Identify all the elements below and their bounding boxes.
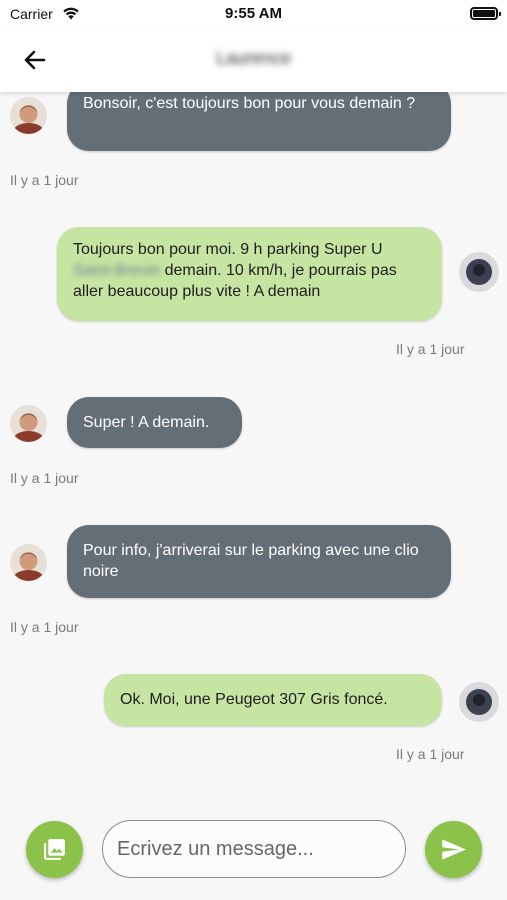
send-button[interactable] [425, 821, 482, 878]
battery-icon [470, 7, 501, 20]
clock: 9:55 AM [225, 5, 282, 22]
contact-avatar [10, 97, 47, 134]
contact-avatar [10, 544, 47, 581]
message-composer [0, 807, 507, 900]
message-timestamp: Il y a 1 jour [10, 619, 79, 635]
user-avatar [459, 252, 499, 292]
outgoing-message-bubble[interactable]: Toujours bon pour moi. 9 h parking Super… [57, 227, 442, 321]
attach-image-button[interactable] [26, 821, 83, 878]
app-bar: Laurence [0, 28, 507, 92]
message-text: Toujours bon pour moi. 9 h parking Super… [73, 241, 383, 258]
message-text: Ok. Moi, une Peugeot 307 Gris foncé. [120, 691, 388, 708]
message-timestamp: Il y a 1 jour [10, 470, 79, 486]
message-list[interactable]: Bonsoir, c'est toujours bon pour vous de… [0, 92, 507, 807]
user-avatar [459, 682, 499, 722]
send-icon [442, 839, 466, 860]
status-bar: Carrier 9:55 AM [0, 0, 507, 28]
incoming-message-bubble[interactable]: Pour info, j'arriverai sur le parking av… [67, 525, 451, 598]
message-text: Super ! A demain. [83, 414, 210, 431]
message-timestamp: Il y a 1 jour [396, 746, 465, 762]
message-text: Pour info, j'arriverai sur le parking av… [83, 542, 419, 580]
message-timestamp: Il y a 1 jour [10, 172, 79, 188]
photo-library-icon [44, 839, 65, 860]
message-input[interactable] [102, 820, 406, 878]
message-text: Bonsoir, c'est toujours bon pour vous de… [83, 95, 416, 112]
incoming-message-bubble[interactable]: Super ! A demain. [67, 397, 242, 448]
redacted-text: Saint-Brevin [73, 262, 161, 279]
page-title: Laurence [215, 48, 292, 68]
outgoing-message-bubble[interactable]: Ok. Moi, une Peugeot 307 Gris foncé. [104, 674, 442, 726]
incoming-message-bubble[interactable]: Bonsoir, c'est toujours bon pour vous de… [67, 92, 451, 151]
message-timestamp: Il y a 1 jour [396, 341, 465, 357]
contact-avatar [10, 405, 47, 442]
